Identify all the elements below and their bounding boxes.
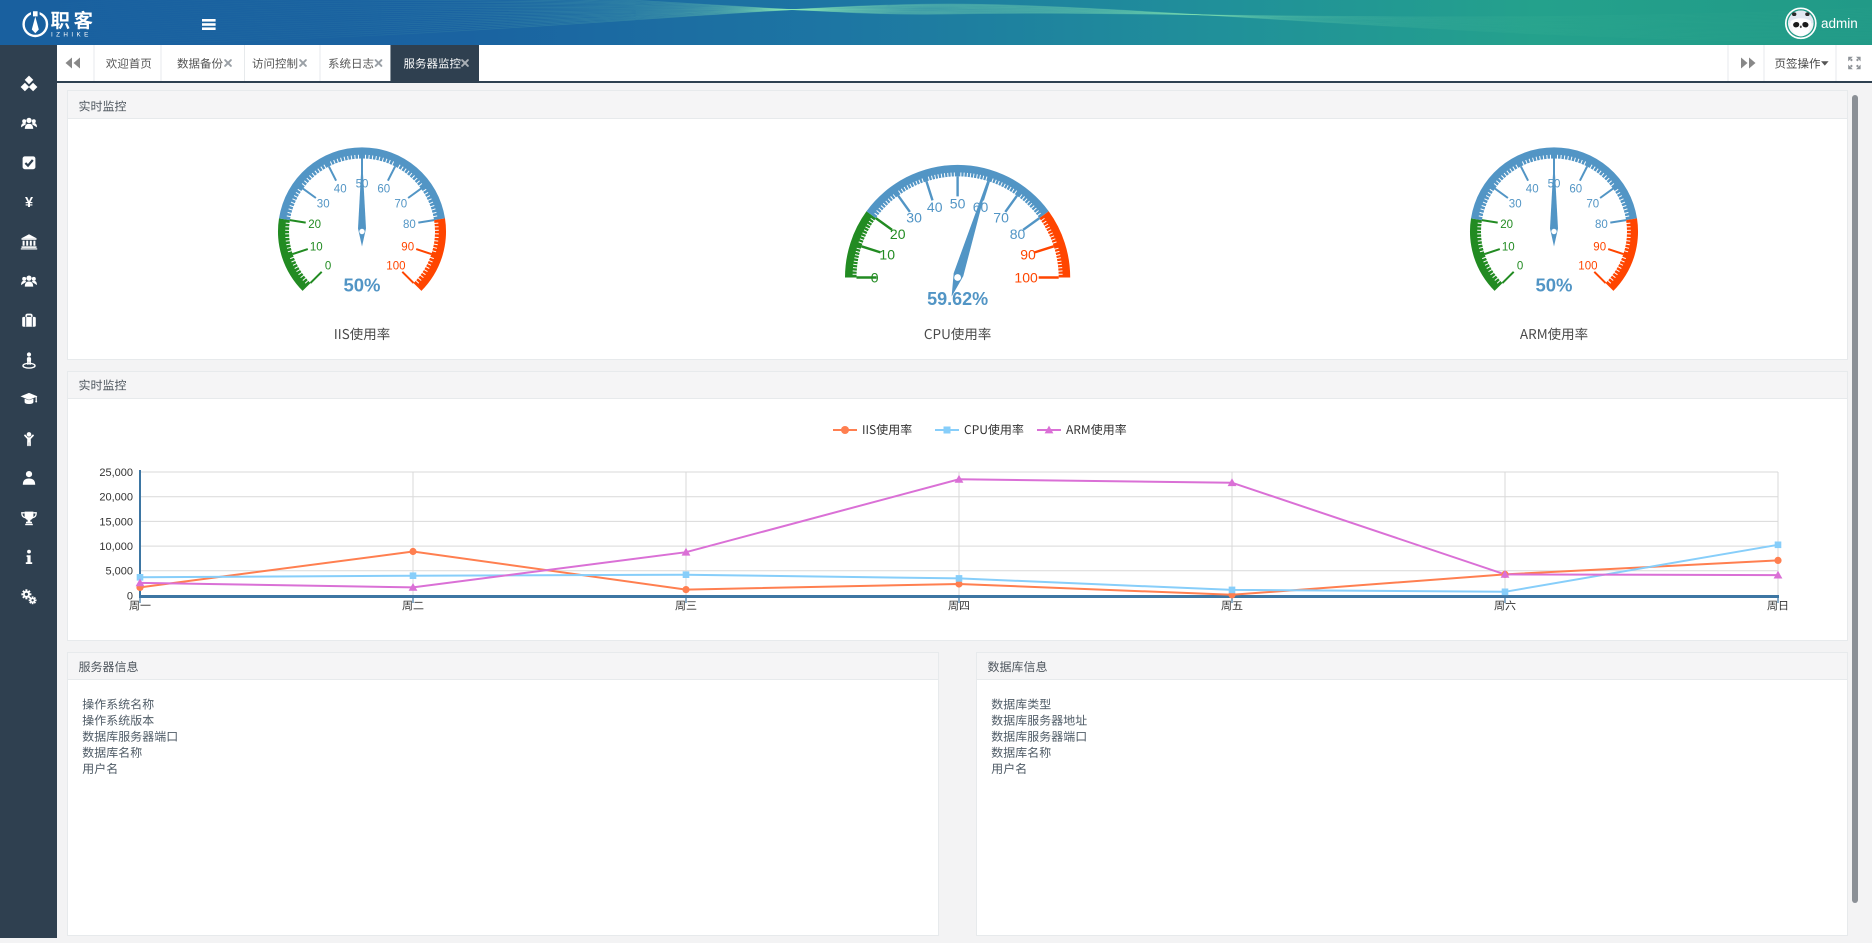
svg-text:0: 0 bbox=[325, 260, 331, 272]
svg-text:15,000: 15,000 bbox=[99, 516, 133, 528]
svg-text:80: 80 bbox=[1010, 226, 1026, 242]
svg-text:40: 40 bbox=[334, 184, 347, 196]
svg-text:IZHIKE: IZHIKE bbox=[51, 32, 92, 39]
svg-text:0: 0 bbox=[127, 590, 133, 602]
svg-text:10: 10 bbox=[310, 241, 323, 253]
svg-text:20,000: 20,000 bbox=[99, 492, 133, 504]
svg-text:59.62%: 59.62% bbox=[927, 289, 988, 309]
svg-text:0: 0 bbox=[871, 269, 879, 285]
svg-text:100: 100 bbox=[1014, 269, 1038, 285]
svg-text:10: 10 bbox=[1502, 241, 1515, 253]
svg-text:20: 20 bbox=[890, 226, 906, 242]
svg-text:5,000: 5,000 bbox=[105, 566, 133, 578]
svg-text:10,000: 10,000 bbox=[99, 541, 133, 553]
svg-text:50%: 50% bbox=[343, 275, 380, 296]
svg-text:90: 90 bbox=[1593, 241, 1606, 253]
svg-text:30: 30 bbox=[906, 210, 922, 226]
svg-text:70: 70 bbox=[394, 198, 407, 210]
svg-text:10: 10 bbox=[879, 247, 895, 263]
svg-text:80: 80 bbox=[403, 219, 416, 231]
svg-text:30: 30 bbox=[317, 198, 330, 210]
svg-text:100: 100 bbox=[386, 260, 405, 272]
svg-text:70: 70 bbox=[1586, 198, 1599, 210]
svg-text:40: 40 bbox=[1526, 184, 1539, 196]
svg-text:90: 90 bbox=[401, 241, 414, 253]
svg-text:¥: ¥ bbox=[25, 195, 33, 211]
svg-text:70: 70 bbox=[993, 210, 1009, 226]
svg-text:25,000: 25,000 bbox=[99, 467, 133, 479]
svg-text:80: 80 bbox=[1595, 219, 1608, 231]
svg-text:40: 40 bbox=[927, 199, 943, 215]
svg-text:20: 20 bbox=[1500, 219, 1513, 231]
svg-text:100: 100 bbox=[1578, 260, 1597, 272]
svg-text:30: 30 bbox=[1509, 198, 1522, 210]
svg-text:60: 60 bbox=[377, 184, 390, 196]
svg-text:20: 20 bbox=[308, 219, 321, 231]
svg-text:0: 0 bbox=[1517, 260, 1523, 272]
svg-text:50%: 50% bbox=[1535, 275, 1572, 296]
svg-text:admin: admin bbox=[1821, 16, 1858, 31]
svg-text:90: 90 bbox=[1020, 247, 1036, 263]
svg-text:60: 60 bbox=[1569, 184, 1582, 196]
svg-text:50: 50 bbox=[950, 195, 966, 211]
